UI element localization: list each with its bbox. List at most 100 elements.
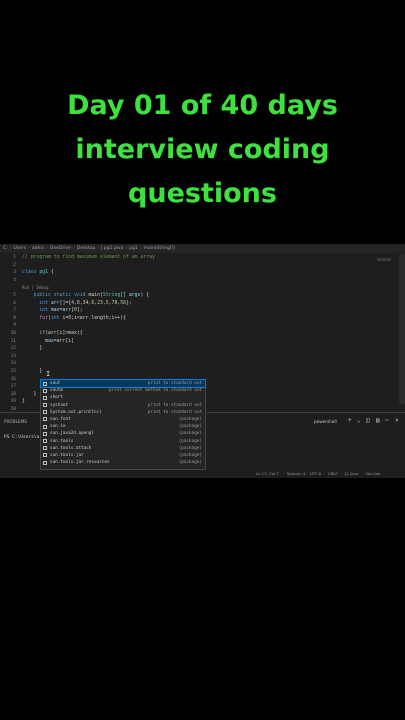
suggestion-label: sun.font	[50, 416, 71, 422]
trash-icon[interactable]: ▤	[376, 418, 380, 424]
chevron-down-icon[interactable]: ⌄	[357, 418, 361, 424]
cursor-position[interactable]: Ln 17, Col 7	[256, 470, 279, 478]
encoding-setting[interactable]: UTF-8	[310, 470, 321, 478]
chevron-right-icon: ›	[72, 246, 75, 251]
more-icon[interactable]: ⋯	[385, 418, 389, 424]
suggestion-item[interactable]: sun.io (package)	[41, 423, 205, 430]
code-token: []	[120, 293, 129, 298]
suggestion-detail: (package)	[178, 424, 202, 430]
suggestion-item[interactable]: sun.java2d.opengl (package)	[41, 430, 205, 437]
breadcrumb-item[interactable]: main(String[])	[144, 246, 176, 251]
breadcrumb[interactable]: C: › Users › abhis › OneDrive › Desktop › J pg1.ja…	[0, 244, 405, 253]
suggestion-detail: (package)	[178, 445, 202, 451]
indentation-setting[interactable]: Spaces: 4	[287, 470, 305, 478]
code-token: (arr[i]>max){	[45, 331, 83, 336]
suggestion-label: short	[50, 395, 63, 401]
terminal-prompt[interactable]: PS C:\Users\a	[4, 435, 39, 440]
code-token: {	[48, 270, 54, 276]
suggestion-item[interactable]: System.out.println() print to standard ou…	[41, 409, 205, 416]
autocomplete-suggestions: sout print to standard out soutm print curr…	[40, 378, 206, 470]
chevron-right-icon: ›	[28, 246, 30, 251]
suggestion-item[interactable]: sout print to standard out	[40, 378, 206, 389]
chevron-right-icon: ›	[45, 246, 48, 251]
language-mode[interactable]: {} Java	[344, 470, 358, 478]
code-token: class	[22, 270, 40, 276]
terminal-selector[interactable]: powershell	[314, 419, 337, 424]
snippet-icon	[43, 460, 47, 465]
close-icon[interactable]: ×	[395, 418, 399, 424]
chevron-right-icon: ›	[125, 246, 128, 251]
suggestion-item[interactable]: sun.tools.jar.resources (package)	[41, 459, 205, 466]
code-token: args	[128, 293, 141, 298]
code-token: pg1	[39, 270, 48, 276]
breadcrumb-item[interactable]: J pg1.java	[101, 246, 123, 251]
headline-line-2: interview coding	[75, 134, 330, 165]
code-token: =arr[i]	[53, 338, 74, 344]
chevron-right-icon: ›	[9, 246, 12, 251]
suggestion-item[interactable]: sun.font (package)	[41, 416, 205, 423]
suggestion-detail: print to standard out	[147, 409, 202, 415]
suggestion-label: sun.tools.jar	[50, 452, 84, 458]
suggestion-detail: (package)	[178, 460, 202, 466]
code-token: }	[22, 346, 43, 352]
suggestion-label: sun.tools	[50, 438, 74, 444]
code-token: // program to find maximum element of an…	[22, 255, 155, 260]
snippet-icon	[43, 417, 47, 422]
code-token: max	[50, 308, 60, 314]
breadcrumb-item[interactable]: C:	[3, 246, 8, 251]
suggestion-detail: (package)	[178, 438, 202, 444]
code-token: }	[22, 391, 37, 397]
code-token: int	[22, 308, 51, 314]
suggestion-label: systout	[50, 402, 69, 408]
code-token: if	[22, 331, 46, 336]
suggestion-item[interactable]: short	[41, 394, 205, 401]
snippet-icon	[43, 403, 47, 408]
breadcrumb-item[interactable]: OneDrive	[50, 246, 71, 251]
status-bar: Ln 17, Col 7 Spaces: 4 UTF-8 CRLF {} Jav…	[0, 470, 405, 478]
suggestion-detail: print to standard out	[147, 381, 202, 386]
code-token: max	[22, 338, 54, 344]
suggestion-label: sun.java2d.opengl	[50, 431, 94, 437]
snippet-icon	[43, 446, 47, 451]
add-terminal-icon[interactable]: +	[348, 418, 352, 424]
code-token: main	[88, 293, 100, 298]
code-token: }	[22, 399, 25, 405]
editor-scrollbar[interactable]	[399, 254, 405, 404]
minimap[interactable]	[377, 258, 391, 261]
snippet-icon	[43, 431, 47, 436]
headline-line-3: questions	[128, 178, 277, 209]
tab-problems[interactable]: PROBLEMS	[4, 419, 27, 424]
chevron-right-icon: ›	[139, 246, 142, 251]
code-token: public static void	[22, 293, 89, 298]
code-token: Run | Debug	[22, 285, 49, 291]
code-editor-window: C: › Users › abhis › OneDrive › Desktop › J pg1.ja…	[0, 244, 405, 478]
code-token: String	[102, 293, 121, 298]
breadcrumb-item[interactable]: Desktop	[77, 246, 96, 251]
snippet-icon	[43, 453, 47, 458]
breadcrumb-item[interactable]: abhis	[32, 246, 44, 251]
suggestion-item[interactable]: soutm print current method to standard ou…	[41, 387, 205, 394]
breadcrumb-item[interactable]: pg1	[129, 246, 138, 251]
suggestion-detail: print to standard out	[147, 402, 202, 408]
code-token: for	[22, 315, 48, 321]
code-token: 4,8,34,6,23,5,78,56	[71, 300, 126, 306]
go-live-button[interactable]: Go Live	[366, 470, 380, 478]
suggestion-item[interactable]: sun.tools (package)	[41, 438, 205, 445]
suggestion-label: sun.tools.attach	[50, 445, 92, 451]
suggestion-item[interactable]: sun.tools.attach (package)	[41, 445, 205, 452]
breadcrumb-item[interactable]: Users	[13, 246, 26, 251]
snippet-icon	[43, 388, 47, 393]
code-token: arr	[62, 308, 72, 314]
suggestion-item[interactable]: sun.tools.jar (package)	[41, 452, 205, 459]
headline-line-1: Day 01 of 40 days	[67, 90, 338, 121]
snippet-icon	[43, 395, 47, 400]
suggestion-item[interactable]: systout print to standard out	[41, 402, 205, 409]
code-token: int	[50, 315, 63, 321]
suggestion-detail: (package)	[178, 452, 202, 458]
split-terminal-icon[interactable]: ◫	[366, 418, 370, 424]
suggestion-detail: print current method to standard out	[108, 388, 202, 394]
code-token: ;i<arr.length;i++){	[71, 315, 126, 321]
eol-setting[interactable]: CRLF	[328, 470, 338, 478]
suggestion-label: soutm	[50, 388, 63, 394]
suggestion-label: sun.tools.jar.resources	[50, 460, 110, 466]
